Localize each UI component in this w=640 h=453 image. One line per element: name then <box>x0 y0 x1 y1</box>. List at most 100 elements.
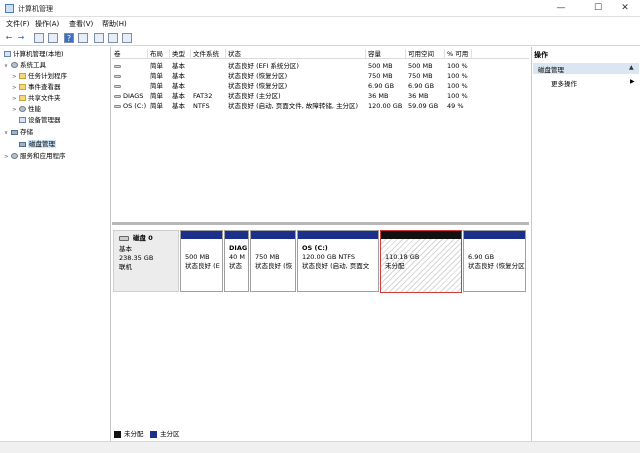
table-row[interactable]: 简单 基本 状态良好 (恢复分区) 750 MB 750 MB 100 % <box>112 71 529 81</box>
free-space-cell: 500 MB <box>408 62 433 70</box>
tools-icon <box>11 62 18 68</box>
layout-cell: 简单 <box>150 82 163 90</box>
column-header-filesystem[interactable]: 文件系统 <box>191 49 226 59</box>
percent-free-cell: 100 % <box>447 82 468 90</box>
export-icon[interactable] <box>94 33 104 43</box>
partition-efi[interactable]: 500 MB 状态良好 (E <box>180 230 223 292</box>
forward-icon[interactable]: → <box>16 33 26 43</box>
partition-status: 未分配 <box>385 262 405 270</box>
column-header-layout[interactable]: 布局 <box>148 49 170 59</box>
volume-list: 卷 布局 类型 文件系统 状态 容量 可用空间 % 可用 简单 基本 状态良好 … <box>112 47 529 222</box>
column-header-volume[interactable]: 卷 <box>112 49 148 59</box>
tree-item-system-tools[interactable]: ∨ 系统工具 <box>4 60 46 70</box>
submenu-arrow-icon: ▶ <box>630 78 635 85</box>
properties-icon[interactable] <box>48 33 58 43</box>
partition-size: 110.18 GB <box>385 253 420 261</box>
tree-item-event-viewer[interactable]: > 事件查看器 <box>12 82 61 92</box>
expand-arrow-icon[interactable]: > <box>12 72 19 82</box>
type-cell: 基本 <box>172 82 185 90</box>
status-cell: 状态良好 (恢复分区) <box>228 72 288 80</box>
tree-item-computer-management[interactable]: 计算机管理(本地) <box>4 49 64 59</box>
column-header-type[interactable]: 类型 <box>170 49 191 59</box>
view-icon[interactable] <box>78 33 88 43</box>
menu-help[interactable]: 帮助(H) <box>102 19 127 29</box>
collapse-arrow-icon[interactable]: ▲ <box>629 64 634 71</box>
volume-cell: OS (C:) <box>114 101 148 111</box>
menu-file[interactable]: 文件(F) <box>6 19 30 29</box>
status-bar <box>0 441 640 453</box>
primary-partition-bar <box>251 231 295 239</box>
partition-diags[interactable]: DIAG 40 M 状态 <box>224 230 249 292</box>
capacity-cell: 36 MB <box>368 92 389 100</box>
volume-cell <box>114 71 148 81</box>
minimize-button[interactable]: — <box>546 0 576 17</box>
tree-item-disk-management[interactable]: 磁盘管理 <box>19 139 56 149</box>
status-cell: 状态良好 (启动, 页面文件, 故障转储, 主分区) <box>228 102 359 110</box>
tree-item-device-manager[interactable]: 设备管理器 <box>19 115 61 125</box>
drive-icon <box>114 104 121 108</box>
partition-status: 状态良好 (启动, 页面文 <box>302 262 370 270</box>
layout-cell: 简单 <box>150 62 163 70</box>
percent-free-cell: 100 % <box>447 62 468 70</box>
folder-icon[interactable] <box>34 33 44 43</box>
capacity-cell: 750 MB <box>368 72 393 80</box>
clock-icon <box>19 73 26 79</box>
expand-arrow-icon[interactable]: > <box>4 152 11 162</box>
maximize-button[interactable]: ☐ <box>583 0 613 17</box>
partition-os-c[interactable]: OS (C:) 120.00 GB NTFS 状态良好 (启动, 页面文 <box>297 230 379 292</box>
tree-item-storage[interactable]: ∨ 存储 <box>4 127 33 137</box>
status-cell: 状态良好 (恢复分区) <box>228 82 288 90</box>
tree-item-performance[interactable]: > 性能 <box>12 104 41 114</box>
partition-recovery-2[interactable]: 6.90 GB 状态良好 (恢复分区) <box>463 230 526 292</box>
pane-splitter[interactable] <box>112 222 529 225</box>
tree-item-task-scheduler[interactable]: > 任务计划程序 <box>12 71 67 81</box>
partition-status: 状态 <box>229 262 242 270</box>
disk-name: 磁盘 0 <box>133 234 153 242</box>
table-row[interactable]: 简单 基本 状态良好 (恢复分区) 6.90 GB 6.90 GB 100 % <box>112 81 529 91</box>
expand-arrow-icon[interactable]: > <box>12 83 19 93</box>
column-header-status[interactable]: 状态 <box>226 49 366 59</box>
percent-free-cell: 49 % <box>447 102 464 110</box>
more-actions-item[interactable]: 更多操作 <box>551 78 577 88</box>
percent-free-cell: 100 % <box>447 92 468 100</box>
layout-cell: 简单 <box>150 72 163 80</box>
free-space-cell: 59.09 GB <box>408 102 439 110</box>
partition-recovery[interactable]: 750 MB 状态良好 (恢 <box>250 230 296 292</box>
back-icon[interactable]: ← <box>4 33 14 43</box>
column-header-capacity[interactable]: 容量 <box>366 49 406 59</box>
table-row[interactable]: OS (C:) 简单 基本 NTFS 状态良好 (启动, 页面文件, 故障转储,… <box>112 101 529 111</box>
legend-label-primary: 主分区 <box>160 430 180 438</box>
partition-name: OS (C:) <box>302 244 328 252</box>
partition-size: 500 MB <box>185 253 210 261</box>
capacity-cell: 120.00 GB <box>368 102 403 110</box>
filesystem-cell: FAT32 <box>193 92 213 100</box>
status-cell: 状态良好 (主分区) <box>228 92 281 100</box>
menu-action[interactable]: 操作(A) <box>35 19 59 29</box>
column-header-percent-free[interactable]: % 可用 <box>445 49 472 59</box>
disk-0-label[interactable]: 磁盘 0 基本 238.35 GB 联机 <box>113 230 179 292</box>
partition-unallocated[interactable]: 110.18 GB 未分配 <box>380 230 462 293</box>
expand-arrow-icon[interactable]: ∨ <box>4 61 11 71</box>
settings-icon[interactable] <box>122 33 132 43</box>
tree-item-shared-folders[interactable]: > 共享文件夹 <box>12 93 61 103</box>
menu-view[interactable]: 查看(V) <box>69 19 93 29</box>
legend-swatch-unallocated <box>114 431 121 438</box>
table-row[interactable]: DIAGS 简单 基本 FAT32 状态良好 (主分区) 36 MB 36 MB… <box>112 91 529 101</box>
column-header-free-space[interactable]: 可用空间 <box>406 49 445 59</box>
expand-arrow-icon[interactable]: > <box>12 94 19 104</box>
event-viewer-icon <box>19 84 26 90</box>
refresh-icon[interactable] <box>108 33 118 43</box>
partition-size: 40 M <box>229 253 245 261</box>
partition-status: 状态良好 (E <box>185 262 220 270</box>
storage-icon <box>11 129 18 135</box>
expand-arrow-icon[interactable]: > <box>12 105 19 115</box>
expand-arrow-icon[interactable]: ∨ <box>4 128 11 138</box>
help-icon[interactable]: ? <box>64 33 74 43</box>
actions-pane: 操作 磁盘管理 ▲ 更多操作 ▶ <box>531 47 640 441</box>
close-button[interactable]: ✕ <box>610 0 640 17</box>
tree-item-services-apps[interactable]: > 服务和应用程序 <box>4 151 66 161</box>
actions-section-disk-management[interactable]: 磁盘管理 ▲ <box>533 63 639 74</box>
table-row[interactable]: 简单 基本 状态良好 (EFI 系统分区) 500 MB 500 MB 100 … <box>112 61 529 71</box>
performance-icon <box>19 106 26 112</box>
disk-type: 基本 <box>119 245 132 253</box>
